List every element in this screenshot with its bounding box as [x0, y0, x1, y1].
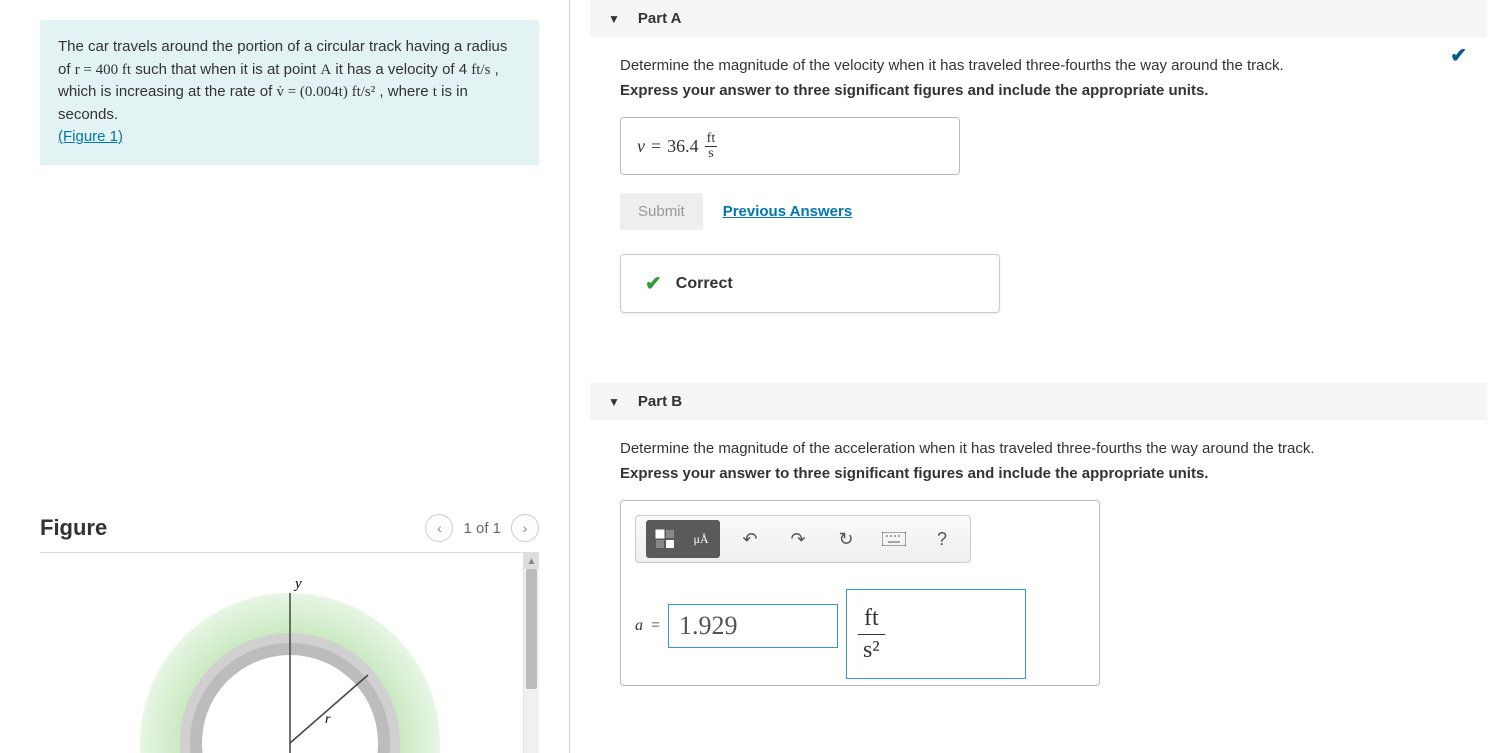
unit-numerator: ft — [858, 605, 885, 634]
point-A: A — [320, 62, 331, 78]
part-b-answer-row: a = 1.929 ft s² — [635, 581, 1085, 671]
figure-section: Figure ‹ 1 of 1 › — [40, 474, 539, 753]
part-a-header[interactable]: ▼ Part A ✔ — [590, 0, 1487, 37]
units-icon[interactable]: μÅ — [684, 522, 718, 556]
figure-title: Figure — [40, 515, 107, 541]
unit-denominator: s — [706, 147, 715, 161]
part-a-answer-box: v = 36.4 ft s — [620, 117, 960, 175]
answer-var: v — [637, 136, 645, 157]
part-a-buttons: Submit Previous Answers — [620, 193, 1467, 230]
redo-icon[interactable]: ↷ — [780, 521, 816, 557]
answer-var: a — [635, 617, 643, 635]
left-column: The car travels around the portion of a … — [0, 0, 570, 753]
correct-feedback: ✔ Correct — [620, 254, 1000, 313]
figure-svg: y r — [120, 563, 460, 753]
t-var: t — [433, 84, 437, 100]
equals-sign: = — [651, 136, 661, 157]
part-a-instruction: Express your answer to three significant… — [620, 82, 1467, 99]
part-b-prompt: Determine the magnitude of the accelerat… — [620, 440, 1467, 457]
figure-scrollbar[interactable]: ▲ — [523, 553, 539, 753]
answer-toolbar: μÅ ↶ ↷ ↻ ? — [635, 515, 971, 563]
help-icon[interactable]: ? — [924, 521, 960, 557]
unit-fraction: ft s² — [857, 605, 886, 663]
figure-nav: ‹ 1 of 1 › — [425, 514, 539, 542]
figure-next-button[interactable]: › — [511, 514, 539, 542]
template-icon[interactable] — [648, 522, 682, 556]
figure-pager: 1 of 1 — [463, 520, 501, 537]
figure-link[interactable]: (Figure 1) — [58, 128, 123, 145]
figure-header: Figure ‹ 1 of 1 › — [40, 514, 539, 553]
r-label: r — [325, 712, 331, 727]
scroll-up-icon[interactable]: ▲ — [524, 553, 539, 569]
scroll-thumb[interactable] — [526, 569, 537, 689]
caret-down-icon: ▼ — [608, 12, 620, 26]
unit-numerator: ft — [705, 132, 718, 147]
part-b-header[interactable]: ▼ Part B — [590, 383, 1487, 420]
figure-body: y r ▲ — [40, 553, 539, 753]
equals-sign: = — [651, 617, 660, 635]
radius-expr: r = 400 ft — [75, 62, 131, 78]
part-a-body: Determine the magnitude of the velocity … — [590, 37, 1487, 333]
answer-unit: ft s — [705, 132, 718, 161]
part-b-title: Part B — [638, 393, 682, 410]
correct-text: Correct — [676, 275, 733, 293]
part-b-input-widget: μÅ ↶ ↷ ↻ ? a = 1.929 ft — [620, 500, 1100, 686]
y-axis-label: y — [293, 576, 302, 592]
caret-down-icon: ▼ — [608, 395, 620, 409]
part-a-prompt: Determine the magnitude of the velocity … — [620, 57, 1467, 74]
reset-icon[interactable]: ↻ — [828, 521, 864, 557]
keyboard-icon[interactable] — [876, 521, 912, 557]
velocity-unit: ft/s — [471, 62, 490, 78]
value-input[interactable]: 1.929 — [668, 604, 838, 648]
part-b-body: Determine the magnitude of the accelerat… — [590, 420, 1487, 706]
previous-answers-link[interactable]: Previous Answers — [723, 203, 853, 220]
part-a-title: Part A — [638, 10, 682, 27]
unit-input[interactable]: ft s² — [846, 589, 1026, 679]
submit-button[interactable]: Submit — [620, 193, 703, 230]
problem-text: it has a velocity of 4 — [335, 61, 471, 78]
problem-text: such that when it is at point — [135, 61, 320, 78]
part-b-instruction: Express your answer to three significant… — [620, 465, 1467, 482]
unit-denominator: s² — [857, 635, 886, 663]
page-container: The car travels around the portion of a … — [0, 0, 1497, 753]
figure-prev-button[interactable]: ‹ — [425, 514, 453, 542]
check-icon: ✔ — [645, 271, 662, 296]
problem-statement: The car travels around the portion of a … — [40, 20, 539, 165]
problem-text: , where — [379, 83, 432, 100]
answer-value: 36.4 — [667, 136, 699, 157]
check-icon: ✔ — [1450, 43, 1467, 68]
undo-icon[interactable]: ↶ — [732, 521, 768, 557]
template-tools: μÅ — [646, 520, 720, 558]
vdot-expr: v̇ = (0.004t) ft/s² — [276, 84, 375, 100]
right-column: ▼ Part A ✔ Determine the magnitude of th… — [570, 0, 1497, 753]
